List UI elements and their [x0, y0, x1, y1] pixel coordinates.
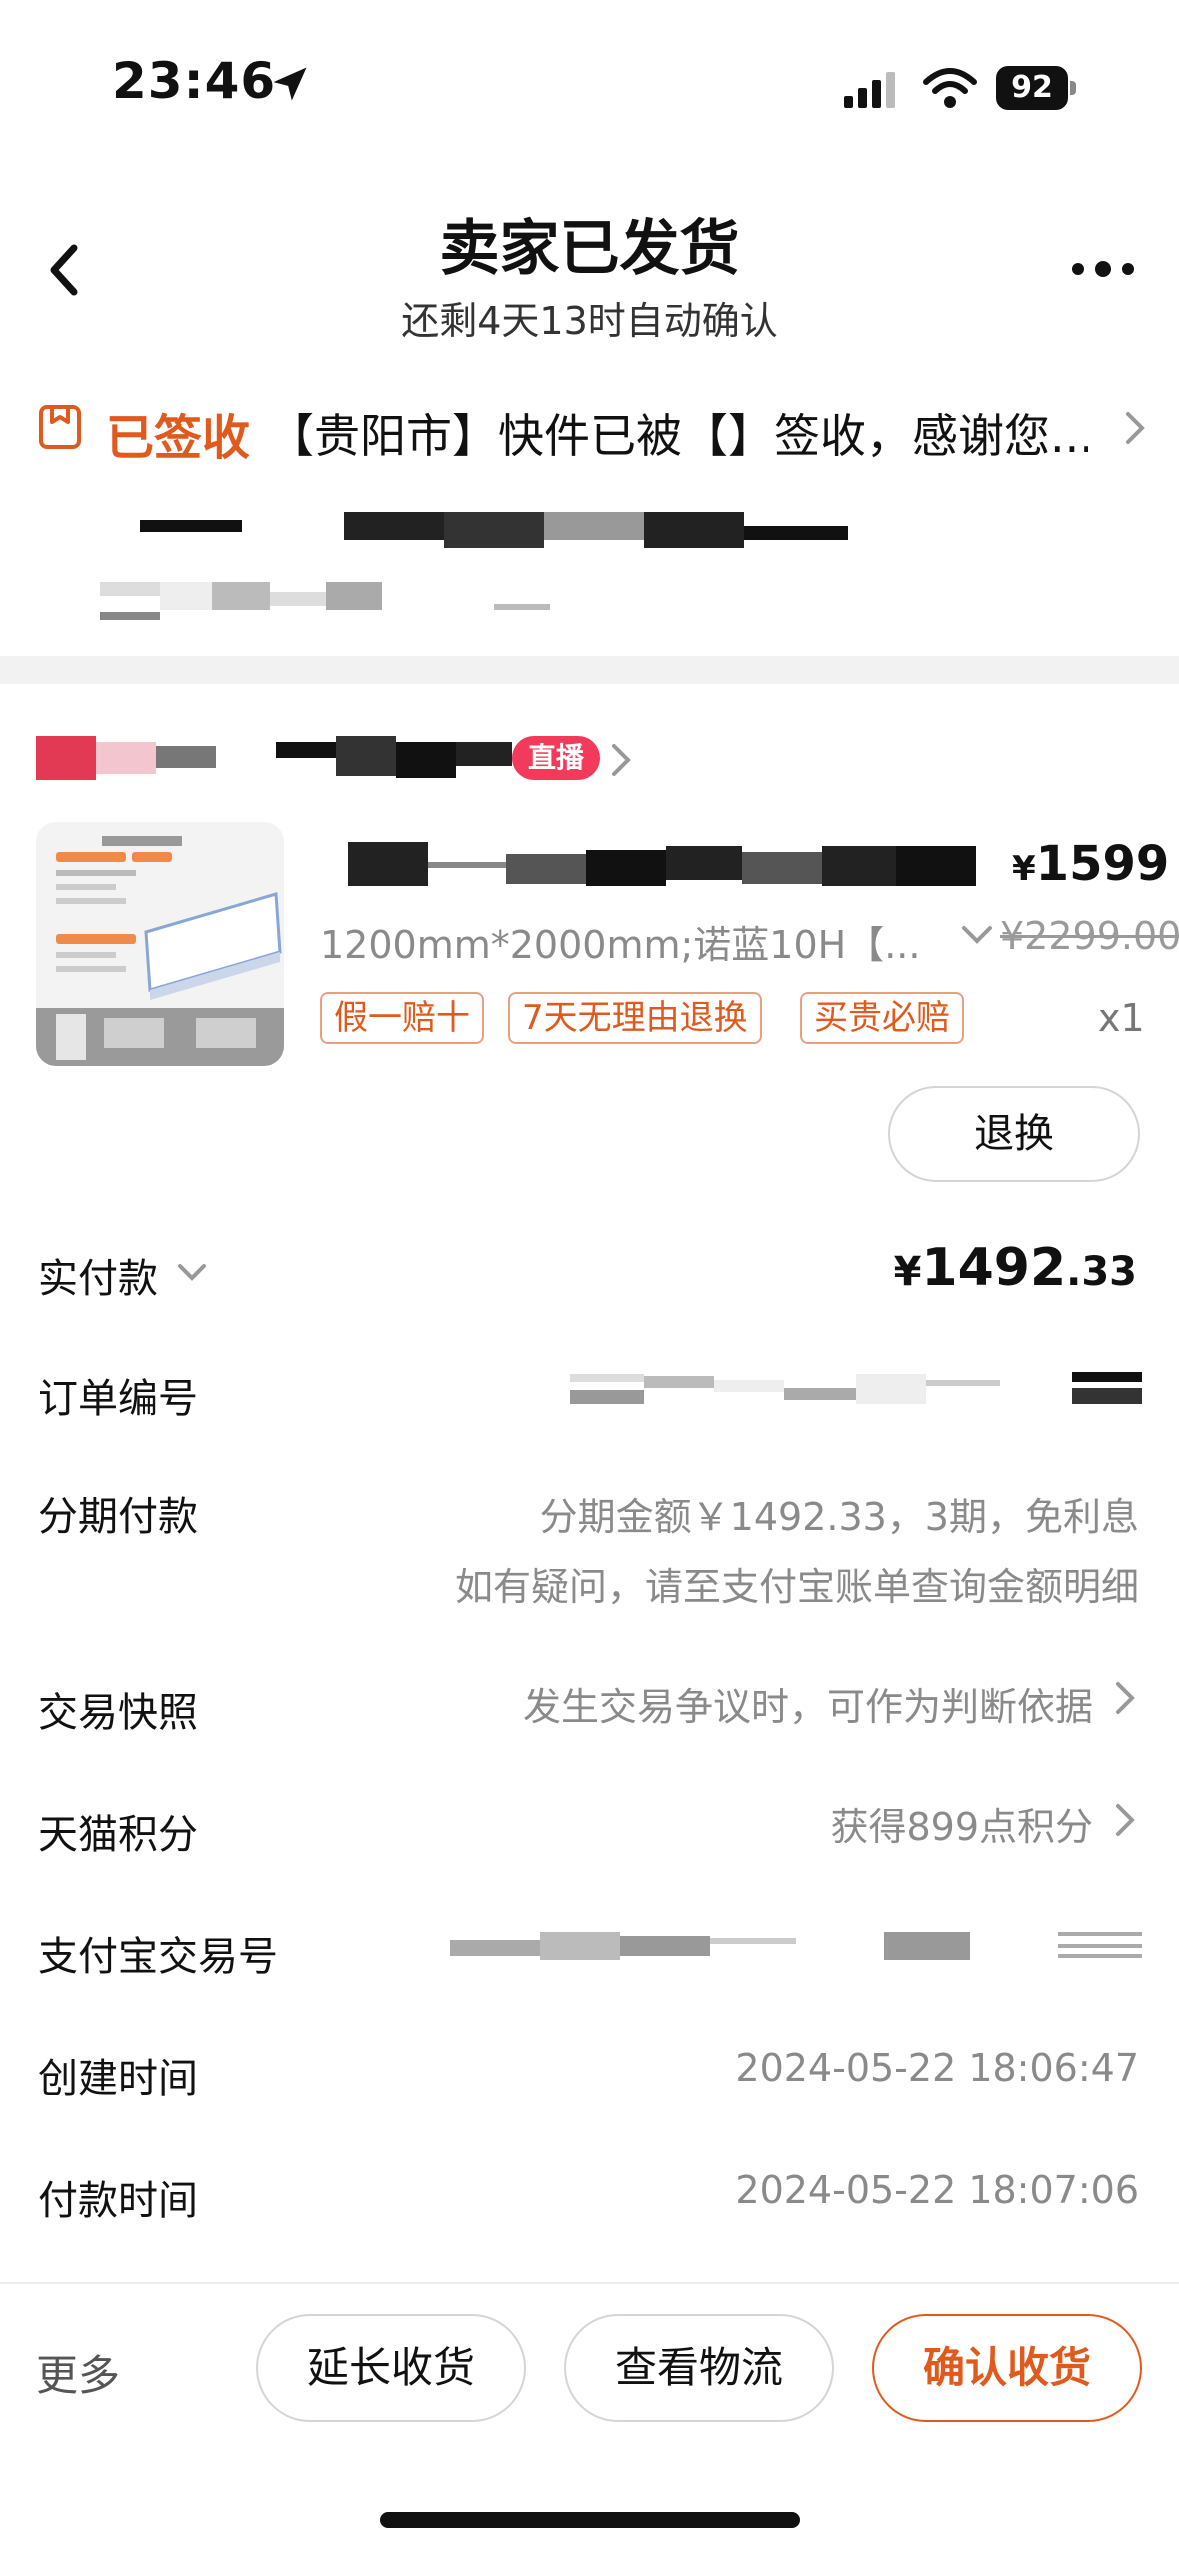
home-indicator[interactable] — [380, 2512, 800, 2528]
original-price: ¥2299.00 — [1000, 914, 1179, 958]
logistics-latest: 【贵阳市】快件已被【】签收，感谢您... — [268, 409, 1088, 463]
paid-time-value: 2024-05-22 18:07:06 — [735, 2168, 1139, 2212]
installment-note: 如有疑问，请至支付宝账单查询金额明细 — [454, 1565, 1139, 1609]
paid-currency: ¥ — [893, 1249, 922, 1295]
snapshot-label: 交易快照 — [38, 1690, 198, 1736]
paid-label[interactable]: 实付款 — [38, 1246, 158, 1304]
extend-receipt-button[interactable]: 延长收货 — [256, 2314, 526, 2422]
paid-amount-dec: .33 — [1066, 1249, 1137, 1295]
points-chevron-icon[interactable] — [1112, 1800, 1140, 1840]
battery-indicator: 92 — [996, 66, 1076, 110]
paid-chevron-down-icon[interactable] — [176, 1258, 208, 1286]
package-icon — [39, 405, 81, 449]
order-number-label: 订单编号 — [38, 1376, 198, 1422]
chevron-down-icon[interactable] — [960, 920, 994, 950]
battery-level: 92 — [996, 66, 1068, 110]
quantity: x1 — [1098, 996, 1145, 1040]
price-currency: ¥ — [1012, 849, 1036, 889]
cellular-signal-icon — [844, 72, 895, 108]
confirm-receipt-button[interactable]: 确认收货 — [872, 2314, 1142, 2422]
product-spec[interactable]: 1200mm*2000mm;诺蓝10H【... — [320, 914, 960, 969]
status-bar: 23:46 92 — [0, 0, 1179, 150]
refund-exchange-button[interactable]: 退换 — [888, 1086, 1140, 1182]
alipay-trade-label: 支付宝交易号 — [38, 1934, 278, 1980]
snapshot-chevron-icon[interactable] — [1112, 1678, 1140, 1718]
shop-chevron-icon[interactable] — [608, 740, 636, 780]
page-title: 卖家已发货 — [439, 214, 740, 284]
more-button[interactable]: 更多 — [36, 2342, 120, 2403]
points-label: 天猫积分 — [38, 1812, 198, 1858]
paid-amount: ¥1492.33 — [894, 1238, 1137, 1298]
chevron-right-icon — [1126, 412, 1145, 444]
logistics-row[interactable]: 已签收 【贵阳市】快件已被【】签收，感谢您... — [36, 390, 1146, 470]
paid-time-label: 付款时间 — [38, 2178, 198, 2224]
paid-label-text: 实付款 — [38, 1256, 158, 1302]
battery-tip — [1070, 81, 1076, 95]
tag-7day-return[interactable]: 7天无理由退换 — [508, 992, 762, 1044]
live-badge: 直播 — [512, 736, 600, 780]
section-divider — [0, 656, 1179, 684]
product-price: ¥1599 — [1012, 836, 1169, 892]
location-arrow-icon — [273, 67, 307, 101]
logistics-status: 已签收 — [106, 410, 251, 466]
created-time-label: 创建时间 — [38, 2056, 198, 2102]
installment-label: 分期付款 — [38, 1494, 198, 1540]
points-value[interactable]: 获得899点积分 — [830, 1796, 1093, 1851]
price-value: 1599 — [1035, 836, 1170, 892]
wifi-icon — [923, 68, 977, 108]
mattress-image — [36, 822, 284, 1066]
installment-value: 分期金额￥1492.33，3期，免利息 — [539, 1495, 1139, 1539]
product-image[interactable] — [36, 822, 284, 1066]
created-time-value: 2024-05-22 18:06:47 — [735, 2046, 1139, 2090]
tag-fake-ten[interactable]: 假一赔十 — [320, 992, 484, 1044]
auto-confirm-countdown: 还剩4天13时自动确认 — [401, 299, 778, 343]
tag-price-guarantee[interactable]: 买贵必赔 — [800, 992, 964, 1044]
paid-amount-int: 1492 — [921, 1238, 1067, 1298]
snapshot-value[interactable]: 发生交易争议时，可作为判断依据 — [523, 1676, 1093, 1731]
more-options-icon[interactable] — [1068, 254, 1138, 284]
status-time: 23:46 — [112, 52, 277, 110]
view-logistics-button[interactable]: 查看物流 — [564, 2314, 834, 2422]
